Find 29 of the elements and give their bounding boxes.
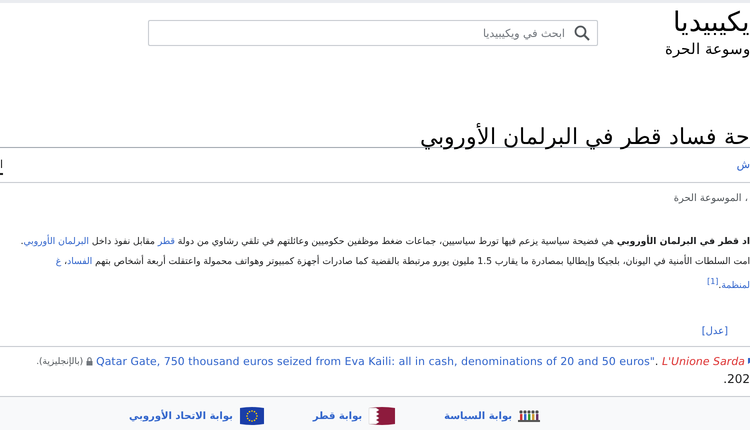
portal-link[interactable]: بوابة قطر [312,406,396,426]
people-icon [518,409,540,424]
edit-link[interactable]: [عدل] [702,326,728,342]
search-icon [574,25,590,41]
logo-title[interactable]: يكيبيديا [673,6,750,40]
article-link[interactable]: لمنظمة [721,280,750,292]
page-tab[interactable]: ا [0,156,4,174]
search-field[interactable]: ابحث في ويكيبيديا [148,20,598,46]
flag-icon [238,406,265,426]
source-link[interactable]: L'Unione Sarda [662,355,745,368]
reference-link[interactable]: Qatar Gate, 750 thousand euros seized from Eva Kaili: all in cash, denominations of 20 and 50 euros" [96,355,655,368]
article-link[interactable]: البرلمان الأوروبي [24,236,89,247]
logo-tagline: وسوعة الحرة [665,40,750,58]
flag-icon [368,406,396,426]
portal-link[interactable]: بوابة السياسة [444,409,540,424]
paragraph-line: امت السلطات الأمنية في اليونان، بلجيكا وإيطاليا بمصادرة ما يقارب 1.5 مليون يورو مرتبطة بالقضية كما صادرات أجهزة كمبيوتر وهواتف محمولة واعتقلت أربعة أشخاص بتهم الفساد، غ [56,254,750,269]
reference-text: Qatar Gate, 750 thousand euros seized from Eva Kaili: all in cash, denominations of 20 and 50 euros". L'Unione Sarda [96,355,745,368]
footnote-link[interactable]: [1] [707,277,718,286]
reference-date: 202. [723,372,750,386]
article-link[interactable]: قطر [158,236,175,247]
page-tab[interactable]: ش [736,156,750,174]
language-note: (بالإنجليزية). [36,356,84,367]
site-subtitle: ، الموسوعة الحرة [674,193,748,204]
lock-icon [86,357,94,366]
paragraph-line: اد قطر في البرلمان الأوروبي هي فضيحة سياسية يزعم فيها تورط سياسيين، جماعات ضغط موظفين حكوميين وعائلتهم في تلقي رشاوي من دولة قطر مقابل نفوذ داخل البرلمان الأوروبي. [20,234,750,249]
article-link[interactable]: الفساد [67,256,92,267]
article-link[interactable]: غ [56,256,62,267]
page-title: حة فساد قطر في البرلمان الأوروبي [420,122,750,152]
portal-link[interactable]: بوابة الاتحاد الأوروبي [128,406,265,426]
